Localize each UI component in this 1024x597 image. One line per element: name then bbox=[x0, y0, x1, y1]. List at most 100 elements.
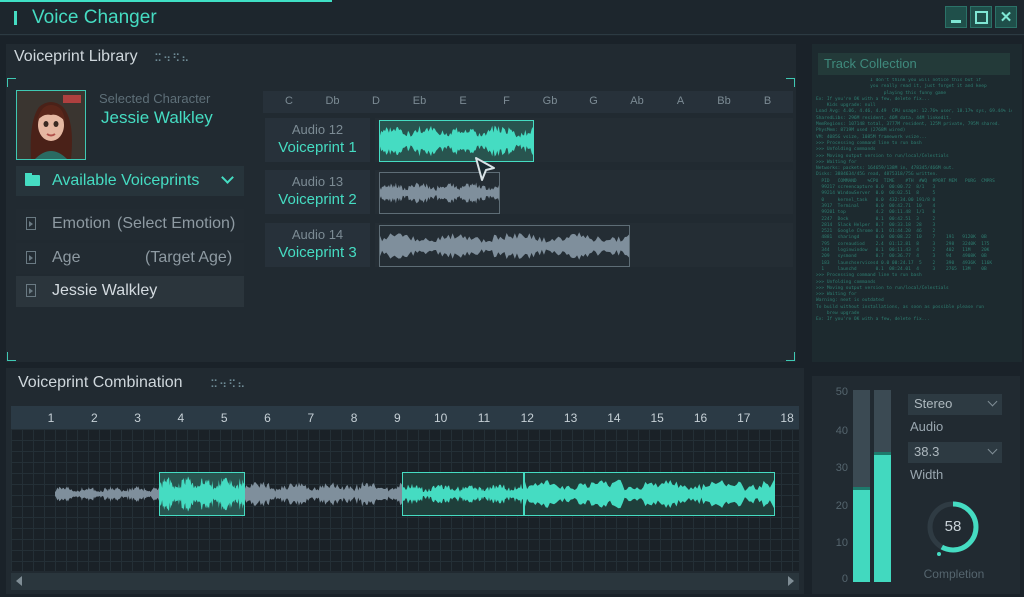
ruler-mark: 18 bbox=[780, 411, 794, 425]
timeline-waveform-2-icon bbox=[160, 476, 244, 512]
timeline-clip-3[interactable] bbox=[245, 474, 403, 514]
key-b[interactable]: B bbox=[753, 95, 783, 107]
document-icon bbox=[26, 284, 36, 297]
ruler-mark: 11 bbox=[477, 411, 491, 425]
key-a[interactable]: A bbox=[666, 95, 696, 107]
ruler-mark: 5 bbox=[220, 411, 228, 425]
library-title: Voiceprint Library bbox=[14, 48, 138, 65]
character-label: Jessie Walkley bbox=[52, 282, 158, 299]
track-collection-title: Track Collection bbox=[824, 56, 917, 71]
ruler-mark: 9 bbox=[394, 411, 401, 425]
folder-icon bbox=[25, 175, 40, 186]
list-item-character[interactable]: Jessie Walkley bbox=[16, 276, 244, 307]
title-accent-line bbox=[0, 0, 332, 2]
console-line: Load Avg: 4.06, 4.46, 4.49 CPU usage: 12… bbox=[816, 109, 1012, 115]
audio-label: Audio bbox=[910, 419, 944, 434]
console-line: 209 sysmond 0.7 00:36.77 4 3 94 4908K 0B bbox=[816, 254, 987, 260]
track-audio-name: Audio 13 bbox=[291, 174, 344, 189]
meter-scale-label: 20 bbox=[835, 500, 848, 512]
ruler-mark: 8 bbox=[350, 411, 358, 425]
console-line: Ex: If you're OK with a few, delete fix.… bbox=[816, 317, 930, 323]
key-d[interactable]: D bbox=[361, 95, 391, 107]
horizontal-scrollbar[interactable] bbox=[11, 573, 799, 590]
track-label-2[interactable]: Audio 13 Voiceprint 2 bbox=[265, 170, 370, 214]
chevron-down-icon bbox=[987, 444, 998, 455]
meter-scale-label: 10 bbox=[835, 537, 848, 549]
age-label: Age bbox=[52, 249, 81, 266]
track-audio-name: Audio 14 bbox=[291, 227, 344, 242]
width-value: 38.3 bbox=[914, 444, 940, 459]
list-item-emotion[interactable]: Emotion (Select Emotion) bbox=[16, 209, 244, 240]
track-collection-header: Track Collection bbox=[818, 53, 1010, 75]
key-bb[interactable]: Bb bbox=[709, 95, 739, 107]
available-voiceprints-dropdown[interactable]: Available Voiceprints bbox=[16, 166, 244, 196]
timeline-clip-4[interactable] bbox=[402, 472, 524, 516]
selected-character-label: Selected Character bbox=[99, 91, 211, 106]
key-db[interactable]: Db bbox=[318, 95, 348, 107]
combination-title-decoration: ⠭⠲⠫⠦ bbox=[210, 379, 247, 391]
minimize-button[interactable] bbox=[945, 6, 967, 28]
width-select[interactable]: 38.3 bbox=[908, 442, 1002, 463]
width-label: Width bbox=[910, 467, 944, 482]
completion-value: 58 bbox=[944, 518, 962, 535]
combination-title: Voiceprint Combination bbox=[18, 374, 183, 391]
console-line: 183 launchservicesd 0.0 00:24.17 5 2 390… bbox=[816, 260, 993, 266]
timeline-grid[interactable] bbox=[11, 429, 799, 571]
emotion-value: (Select Emotion) bbox=[117, 215, 236, 232]
maximize-button[interactable] bbox=[970, 6, 992, 28]
timeline-ruler[interactable]: 1 2 3 4 5 6 7 8 9 10 11 12 13 14 15 16 17 18 bbox=[11, 406, 799, 429]
track-voiceprint-name: Voiceprint 3 bbox=[278, 244, 357, 261]
timeline-waveform-1-icon bbox=[55, 486, 159, 502]
key-f[interactable]: F bbox=[492, 95, 522, 107]
ruler-mark: 3 bbox=[134, 411, 141, 425]
level-meter-left-peak bbox=[853, 486, 870, 490]
close-button[interactable]: ✕ bbox=[995, 6, 1017, 28]
key-eb[interactable]: Eb bbox=[405, 95, 435, 107]
console-line: 4881 sharingd 0.0 00:08.22 10 7 191 9120… bbox=[816, 235, 987, 241]
waveform-clip-1[interactable] bbox=[379, 120, 534, 162]
corner-bracket-bl bbox=[7, 352, 16, 361]
scroll-right-icon[interactable] bbox=[788, 576, 794, 586]
track-voiceprint-name: Voiceprint 1 bbox=[278, 139, 357, 156]
track-audio-name: Audio 12 bbox=[291, 122, 344, 137]
ruler-mark: 10 bbox=[434, 411, 448, 425]
ruler-mark: 13 bbox=[563, 411, 578, 425]
key-c[interactable]: C bbox=[274, 95, 304, 107]
ruler-mark: 17 bbox=[737, 411, 751, 425]
close-icon: ✕ bbox=[999, 9, 1013, 26]
level-meter-right-fill bbox=[874, 455, 891, 582]
channel-mode-select[interactable]: Stereo bbox=[908, 394, 1002, 415]
ruler-mark: 15 bbox=[650, 411, 664, 425]
level-meter-left-fill bbox=[853, 489, 870, 582]
meter-scale-label: 0 bbox=[841, 573, 848, 585]
timeline-clip-1[interactable] bbox=[55, 474, 159, 514]
key-g[interactable]: G bbox=[579, 95, 609, 107]
scroll-left-icon[interactable] bbox=[16, 576, 22, 586]
track-lane-3[interactable] bbox=[375, 223, 793, 267]
corner-bracket-tr bbox=[786, 78, 795, 87]
timeline-waveform-5-icon bbox=[525, 479, 774, 509]
key-gb[interactable]: Gb bbox=[535, 95, 565, 107]
completion-label: Completion bbox=[923, 567, 985, 581]
track-label-1[interactable]: Audio 12 Voiceprint 1 bbox=[265, 118, 370, 162]
channel-mode-value: Stereo bbox=[914, 396, 953, 411]
track-lane-2[interactable] bbox=[375, 170, 793, 214]
track-label-3[interactable]: Audio 14 Voiceprint 3 bbox=[265, 223, 370, 267]
track-lane-1[interactable] bbox=[375, 118, 793, 162]
console-line: you really read it, just forget it and k… bbox=[816, 84, 987, 90]
ruler-mark: 2 bbox=[90, 411, 98, 425]
document-icon bbox=[26, 251, 36, 264]
key-e[interactable]: E bbox=[448, 95, 478, 107]
list-item-age[interactable]: Age (Target Age) bbox=[16, 243, 244, 274]
ruler-mark: 16 bbox=[693, 411, 708, 425]
waveform-clip-3[interactable] bbox=[379, 225, 630, 267]
chevron-down-icon bbox=[221, 171, 234, 184]
key-ab[interactable]: Ab bbox=[622, 95, 652, 107]
waveform-3-icon bbox=[380, 232, 629, 260]
waveform-1-icon bbox=[380, 125, 533, 157]
level-meter-left bbox=[853, 390, 870, 582]
timeline-clip-5[interactable] bbox=[524, 472, 775, 516]
timeline-clip-2[interactable] bbox=[159, 472, 245, 516]
minimize-icon bbox=[951, 19, 961, 23]
character-avatar[interactable] bbox=[16, 90, 86, 160]
